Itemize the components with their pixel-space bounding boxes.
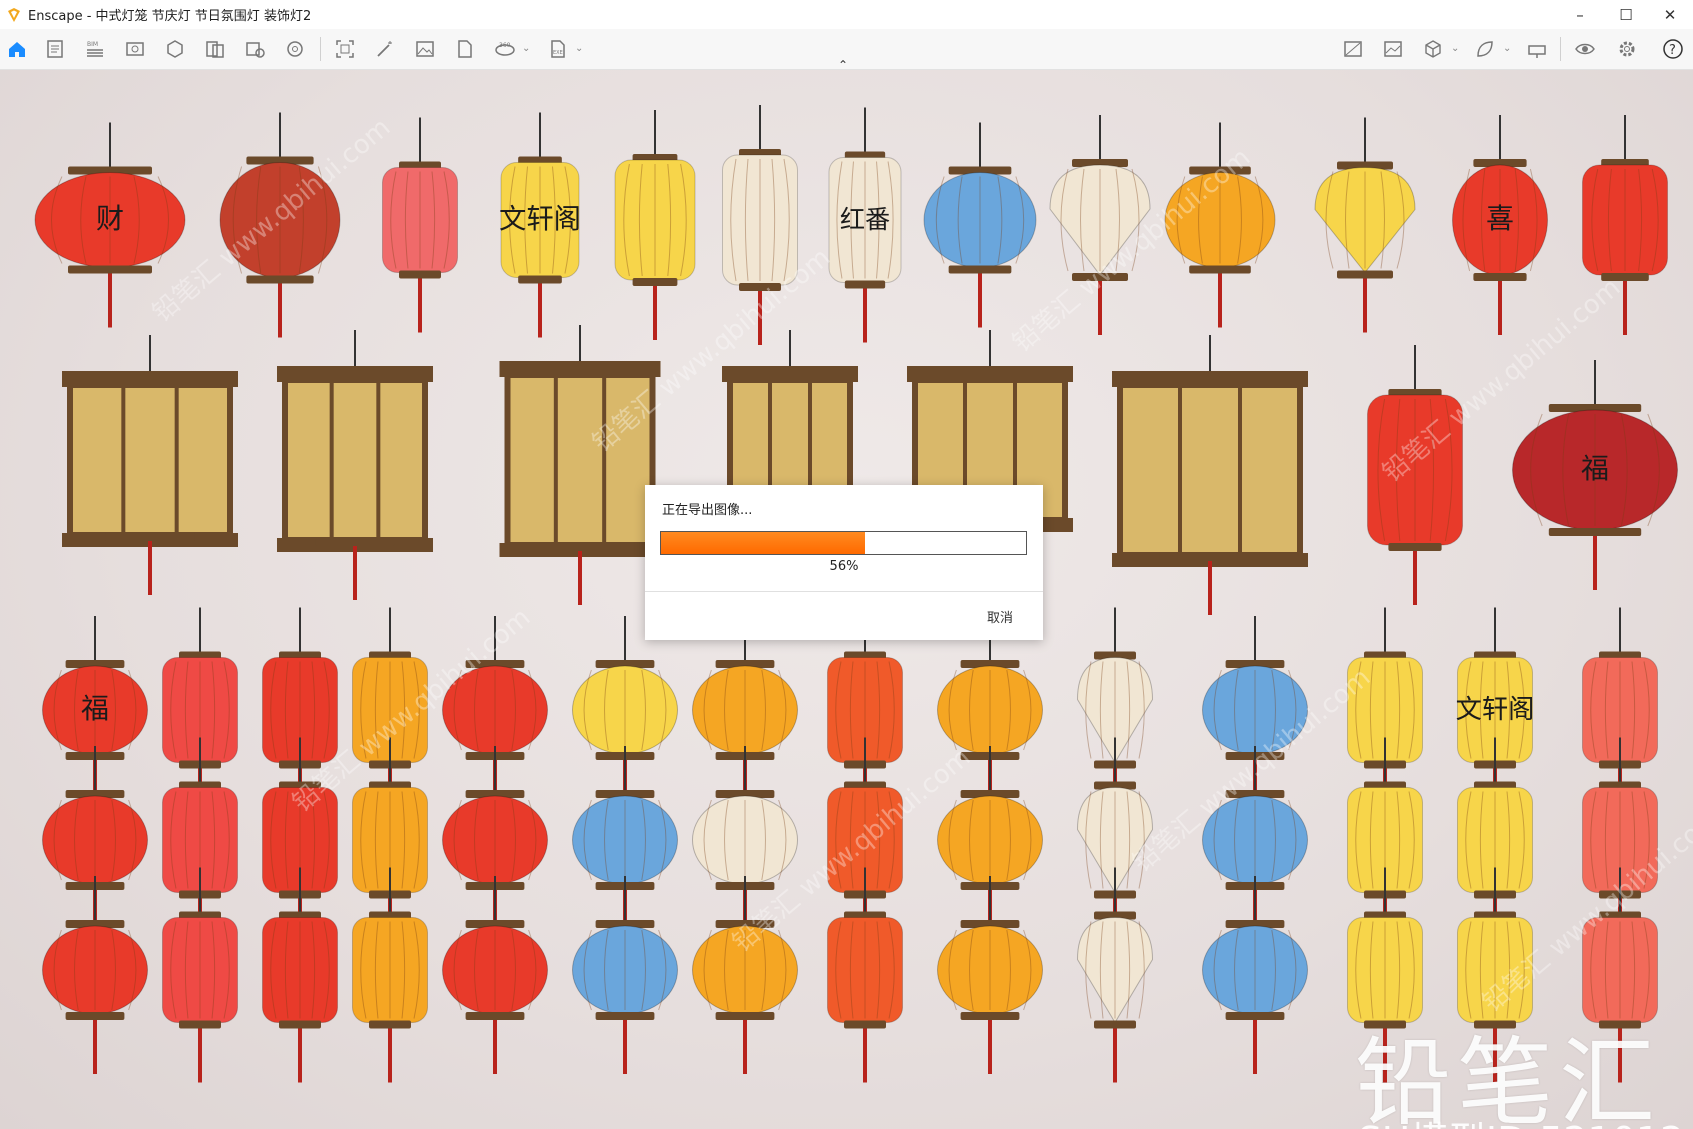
progress-bar: [660, 531, 1027, 555]
minimize-button[interactable]: –: [1557, 0, 1603, 29]
lantern: 红番: [828, 107, 902, 343]
lantern: [722, 105, 798, 345]
title-bar: Enscape - 中式灯笼 节庆灯 节日氛围灯 装饰灯2 – ☐ ✕: [0, 0, 1693, 29]
toolbar-separator: [1560, 37, 1561, 61]
export-progress-dialog: 正在导出图像... 56% 取消: [645, 485, 1043, 640]
progress-fill: [661, 532, 866, 554]
lantern: [382, 117, 458, 333]
palace-lantern: [499, 325, 661, 605]
window-title: Enscape - 中式灯笼 节庆灯 节日氛围灯 装饰灯2: [28, 9, 312, 24]
svg-text:360: 360: [499, 42, 511, 49]
exe-export-icon[interactable]: EXE: [545, 37, 571, 61]
exe-dropdown-caret[interactable]: ⌄: [575, 43, 583, 54]
home-icon[interactable]: [4, 37, 30, 61]
lantern: [42, 876, 148, 1074]
lantern: [937, 876, 1043, 1074]
maximize-button[interactable]: ☐: [1603, 0, 1649, 29]
lantern: [219, 112, 341, 338]
file-icon[interactable]: [452, 37, 478, 61]
grid-icon[interactable]: [1380, 37, 1406, 61]
document-icon[interactable]: [42, 37, 68, 61]
screenshot-icon[interactable]: [332, 37, 358, 61]
svg-text:BIM: BIM: [87, 41, 98, 48]
progress-percent: 56%: [829, 559, 859, 574]
lantern-label: 文轩阁: [1456, 695, 1535, 725]
palace-lantern: [1112, 335, 1308, 615]
svg-text:?: ?: [1669, 43, 1676, 58]
image-icon[interactable]: [412, 37, 438, 61]
lantern: [827, 867, 903, 1083]
lantern: 财: [34, 122, 186, 328]
view-icon[interactable]: [122, 37, 148, 61]
lantern-label: 红番: [840, 205, 890, 234]
help-icon[interactable]: ?: [1660, 37, 1686, 61]
svg-text:EXE: EXE: [553, 50, 563, 56]
palace-lantern: [277, 330, 433, 600]
palace-lantern: [62, 335, 238, 595]
lantern: [1314, 117, 1416, 333]
lantern: [1202, 876, 1308, 1074]
lantern: [352, 867, 428, 1083]
panorama-icon[interactable]: 360: [492, 37, 518, 61]
model-id-watermark: SU模型ID:521012: [1358, 1110, 1684, 1129]
asset-library-icon[interactable]: [282, 37, 308, 61]
lantern: [1367, 345, 1463, 605]
lantern: [1582, 115, 1668, 335]
cube-dropdown-caret[interactable]: ⌄: [1451, 43, 1459, 54]
lantern: [1164, 122, 1276, 328]
lantern-label: 喜: [1486, 202, 1514, 235]
lantern-label: 福: [1581, 452, 1609, 485]
render-icon[interactable]: [162, 37, 188, 61]
lantern: [692, 876, 798, 1074]
export-icon[interactable]: [242, 37, 268, 61]
gear-icon[interactable]: [1614, 37, 1640, 61]
settings-icon[interactable]: [1340, 37, 1366, 61]
dialog-title: 正在导出图像...: [662, 503, 753, 518]
bim-icon[interactable]: BIM: [82, 37, 108, 61]
batch-render-icon[interactable]: [202, 37, 228, 61]
lantern: [262, 867, 338, 1083]
camera-icon[interactable]: [1524, 37, 1550, 61]
close-button[interactable]: ✕: [1647, 0, 1693, 29]
eye-icon[interactable]: [1572, 37, 1598, 61]
lantern: [614, 110, 696, 340]
enscape-logo-icon: [8, 7, 20, 22]
dialog-divider: [645, 591, 1043, 592]
lantern: [1076, 867, 1154, 1083]
cancel-button[interactable]: 取消: [987, 607, 1013, 626]
lantern: [1049, 115, 1151, 335]
lantern: [162, 867, 238, 1083]
lantern: 福: [1512, 360, 1678, 590]
leaf-icon[interactable]: [1472, 37, 1498, 61]
lantern-label: 文轩阁: [499, 204, 581, 235]
lantern: 文轩阁: [499, 112, 581, 338]
lantern-label: 财: [96, 202, 124, 235]
lantern: [572, 876, 678, 1074]
cube-icon[interactable]: [1420, 37, 1446, 61]
leaf-dropdown-caret[interactable]: ⌄: [1503, 43, 1511, 54]
wand-icon[interactable]: [372, 37, 398, 61]
lantern: [442, 876, 548, 1074]
lantern: [923, 122, 1037, 328]
lantern-label: 福: [81, 692, 109, 725]
toolbar-separator: [320, 37, 321, 61]
panorama-dropdown-caret[interactable]: ⌄: [522, 43, 530, 54]
lantern: 喜: [1452, 115, 1548, 335]
